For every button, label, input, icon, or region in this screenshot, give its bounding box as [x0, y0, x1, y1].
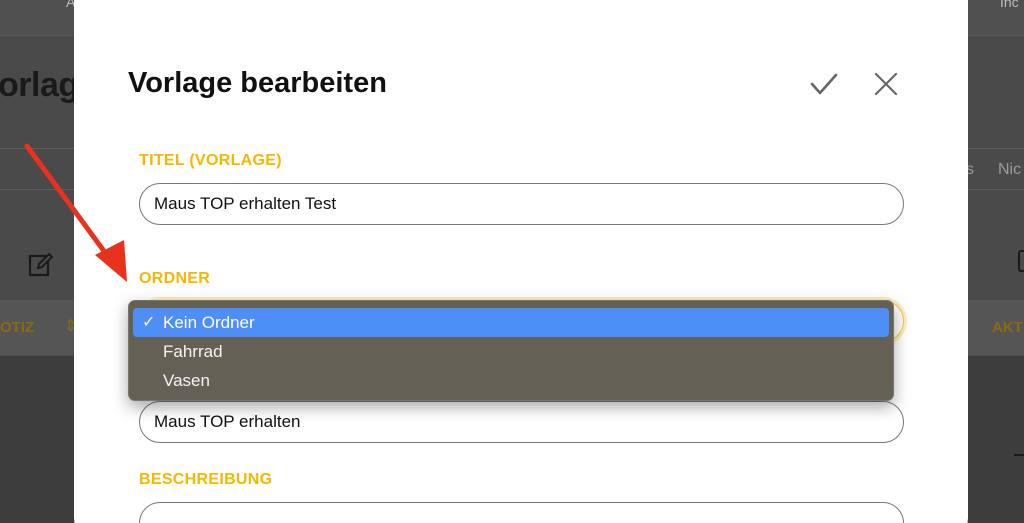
background-edge-icon	[1018, 250, 1024, 272]
check-icon: ✓	[142, 314, 156, 331]
title-label: TITEL (VORLAGE)	[139, 152, 282, 169]
folder-label: ORDNER	[139, 270, 211, 287]
checkmark-icon	[810, 73, 838, 95]
option-label: Vasen	[163, 371, 210, 390]
option-label: Fahrrad	[163, 342, 223, 361]
subject-input[interactable]	[139, 401, 904, 443]
folder-dropdown-menu: ✓ Kein Ordner Fahrrad Vasen	[128, 300, 894, 401]
confirm-button[interactable]	[806, 68, 842, 100]
edit-template-modal: Vorlage bearbeiten TITEL (VORLAGE) ORDNE…	[74, 0, 968, 523]
background-tab-text-2: Nic	[998, 161, 1022, 178]
description-label: BESCHREIBUNG	[139, 471, 273, 488]
close-icon	[874, 72, 898, 96]
background-dash	[1014, 454, 1024, 456]
folder-option-vasen[interactable]: Vasen	[133, 366, 889, 395]
close-button[interactable]	[870, 68, 902, 100]
background-column-notiz: OTIZ	[0, 319, 35, 336]
title-input[interactable]	[139, 183, 904, 225]
folder-option-fahrrad[interactable]: Fahrrad	[133, 337, 889, 366]
edit-icon	[28, 252, 54, 277]
description-input[interactable]	[139, 502, 904, 523]
background-topbar-text-right: Inc	[1000, 0, 1019, 10]
background-column-aktion: AKT	[992, 319, 1023, 336]
folder-option-kein-ordner[interactable]: ✓ Kein Ordner	[133, 308, 889, 337]
option-label: Kein Ordner	[163, 313, 255, 332]
modal-title: Vorlage bearbeiten	[128, 67, 387, 99]
